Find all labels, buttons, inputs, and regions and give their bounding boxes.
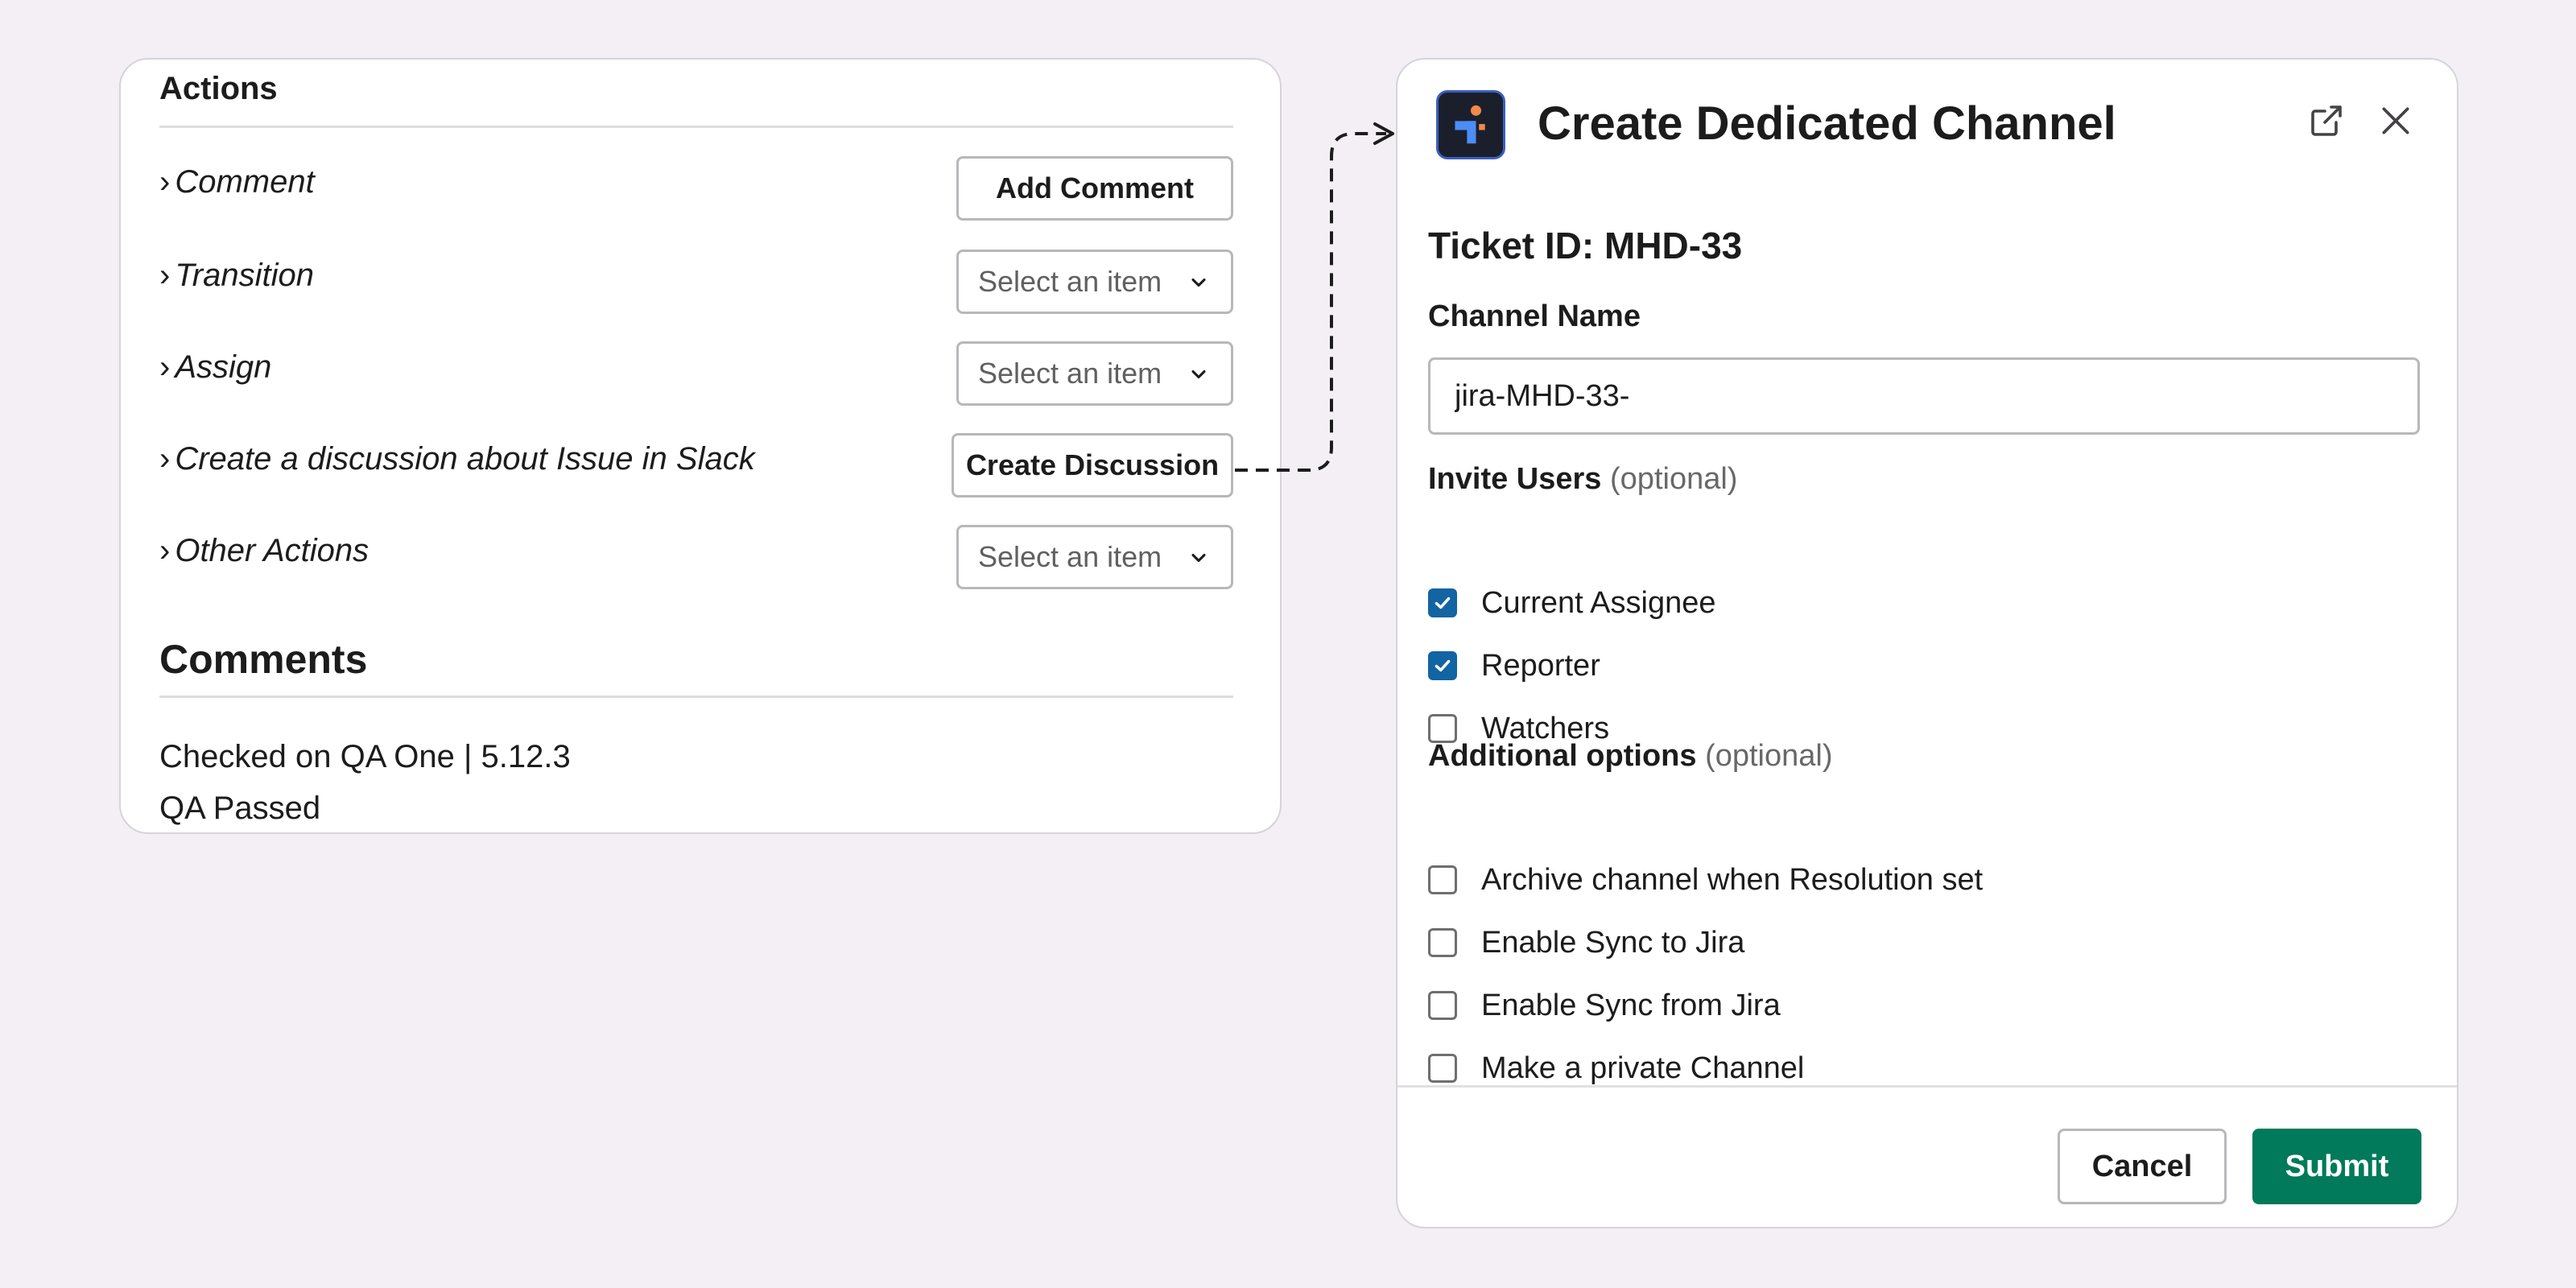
checkmark-icon xyxy=(1435,659,1451,672)
chevron-down-icon xyxy=(1191,278,1206,287)
checkbox[interactable] xyxy=(1428,928,1457,957)
comment-line: Checked on QA One | 5.12.3 xyxy=(159,739,571,774)
create-discussion-button[interactable]: Create Discussion xyxy=(952,433,1233,497)
other-actions-select[interactable]: Select an item xyxy=(956,525,1233,589)
comments-divider xyxy=(159,696,1233,698)
cancel-button[interactable]: Cancel xyxy=(2058,1129,2227,1204)
checkbox[interactable] xyxy=(1428,865,1457,894)
chevron-right-icon: › xyxy=(159,164,171,200)
create-channel-modal: Create Dedicated Channel Ticket ID: MHD-… xyxy=(1396,58,2458,1228)
transition-select[interactable]: Select an item xyxy=(956,250,1233,314)
checkbox-label: Enable Sync from Jira xyxy=(1481,988,1781,1022)
chevron-down-icon xyxy=(1191,369,1206,379)
checkbox-label: Current Assignee xyxy=(1481,585,1716,620)
checkbox[interactable] xyxy=(1428,1054,1457,1083)
modal-footer-divider xyxy=(1397,1085,2457,1088)
checkbox-archive-channel[interactable]: Archive channel when Resolution set xyxy=(1428,860,1983,900)
checkbox-label: Reporter xyxy=(1481,648,1600,683)
actions-heading: Actions xyxy=(159,71,278,106)
comment-body: Checked on QA One | 5.12.3 QA Passed xyxy=(159,731,571,832)
comment-line: QA Passed xyxy=(159,791,321,826)
issue-actions-card: Actions › Comment Add Comment › Transition… xyxy=(119,58,1282,834)
checkmark-icon xyxy=(1435,597,1451,609)
checkbox-label: Archive channel when Resolution set xyxy=(1481,862,1984,897)
chevron-right-icon: › xyxy=(159,258,171,293)
assign-select[interactable]: Select an item xyxy=(956,341,1233,406)
action-row-create-discussion: › Create a discussion about Issue in Slac… xyxy=(159,433,1233,497)
checkbox-current-assignee[interactable]: Current Assignee xyxy=(1428,583,1716,623)
checkbox[interactable] xyxy=(1428,991,1457,1020)
checkbox-sync-from-jira[interactable]: Enable Sync from Jira xyxy=(1428,985,1781,1026)
add-comment-button[interactable]: Add Comment xyxy=(956,156,1233,221)
channel-name-input[interactable] xyxy=(1428,357,2420,435)
chevron-down-icon xyxy=(1191,553,1206,563)
action-label-comment[interactable]: › Comment xyxy=(159,164,315,200)
submit-button[interactable]: Submit xyxy=(2252,1129,2421,1204)
action-row-assign: › Assign Select an item xyxy=(159,341,1233,406)
channel-name-label: Channel Name xyxy=(1428,299,1641,333)
comments-heading: Comments xyxy=(159,637,368,682)
checkbox-sync-to-jira[interactable]: Enable Sync to Jira xyxy=(1428,923,1744,963)
action-row-comment: › Comment Add Comment xyxy=(159,156,1233,221)
invite-users-label: Invite Users (optional) xyxy=(1428,462,1738,496)
checkbox-reporter[interactable]: Reporter xyxy=(1428,646,1600,686)
action-row-other-actions: › Other Actions Select an item xyxy=(159,525,1233,589)
action-label-other-actions[interactable]: › Other Actions xyxy=(159,533,369,569)
ticket-id-heading: Ticket ID: MHD-33 xyxy=(1428,225,1743,266)
checkbox-private-channel[interactable]: Make a private Channel xyxy=(1428,1048,1804,1088)
chevron-right-icon: › xyxy=(159,441,171,477)
actions-divider xyxy=(159,126,1233,128)
checkbox-label: Make a private Channel xyxy=(1481,1051,1805,1085)
checkbox[interactable] xyxy=(1428,651,1457,680)
action-label-create-discussion[interactable]: › Create a discussion about Issue in Slac… xyxy=(159,441,755,477)
modal-title: Create Dedicated Channel xyxy=(1538,97,2116,150)
chevron-right-icon: › xyxy=(159,533,171,568)
additional-options-label: Additional options (optional) xyxy=(1428,739,1833,773)
checkbox[interactable] xyxy=(1428,588,1457,617)
external-link-icon[interactable] xyxy=(2307,101,2346,140)
action-label-assign[interactable]: › Assign xyxy=(159,349,271,386)
app-logo-icon xyxy=(1436,90,1505,159)
action-label-transition[interactable]: › Transition xyxy=(159,258,314,294)
action-row-transition: › Transition Select an item xyxy=(159,250,1233,314)
close-icon[interactable] xyxy=(2378,103,2413,138)
chevron-right-icon: › xyxy=(159,349,171,385)
checkbox-label: Enable Sync to Jira xyxy=(1481,925,1745,960)
